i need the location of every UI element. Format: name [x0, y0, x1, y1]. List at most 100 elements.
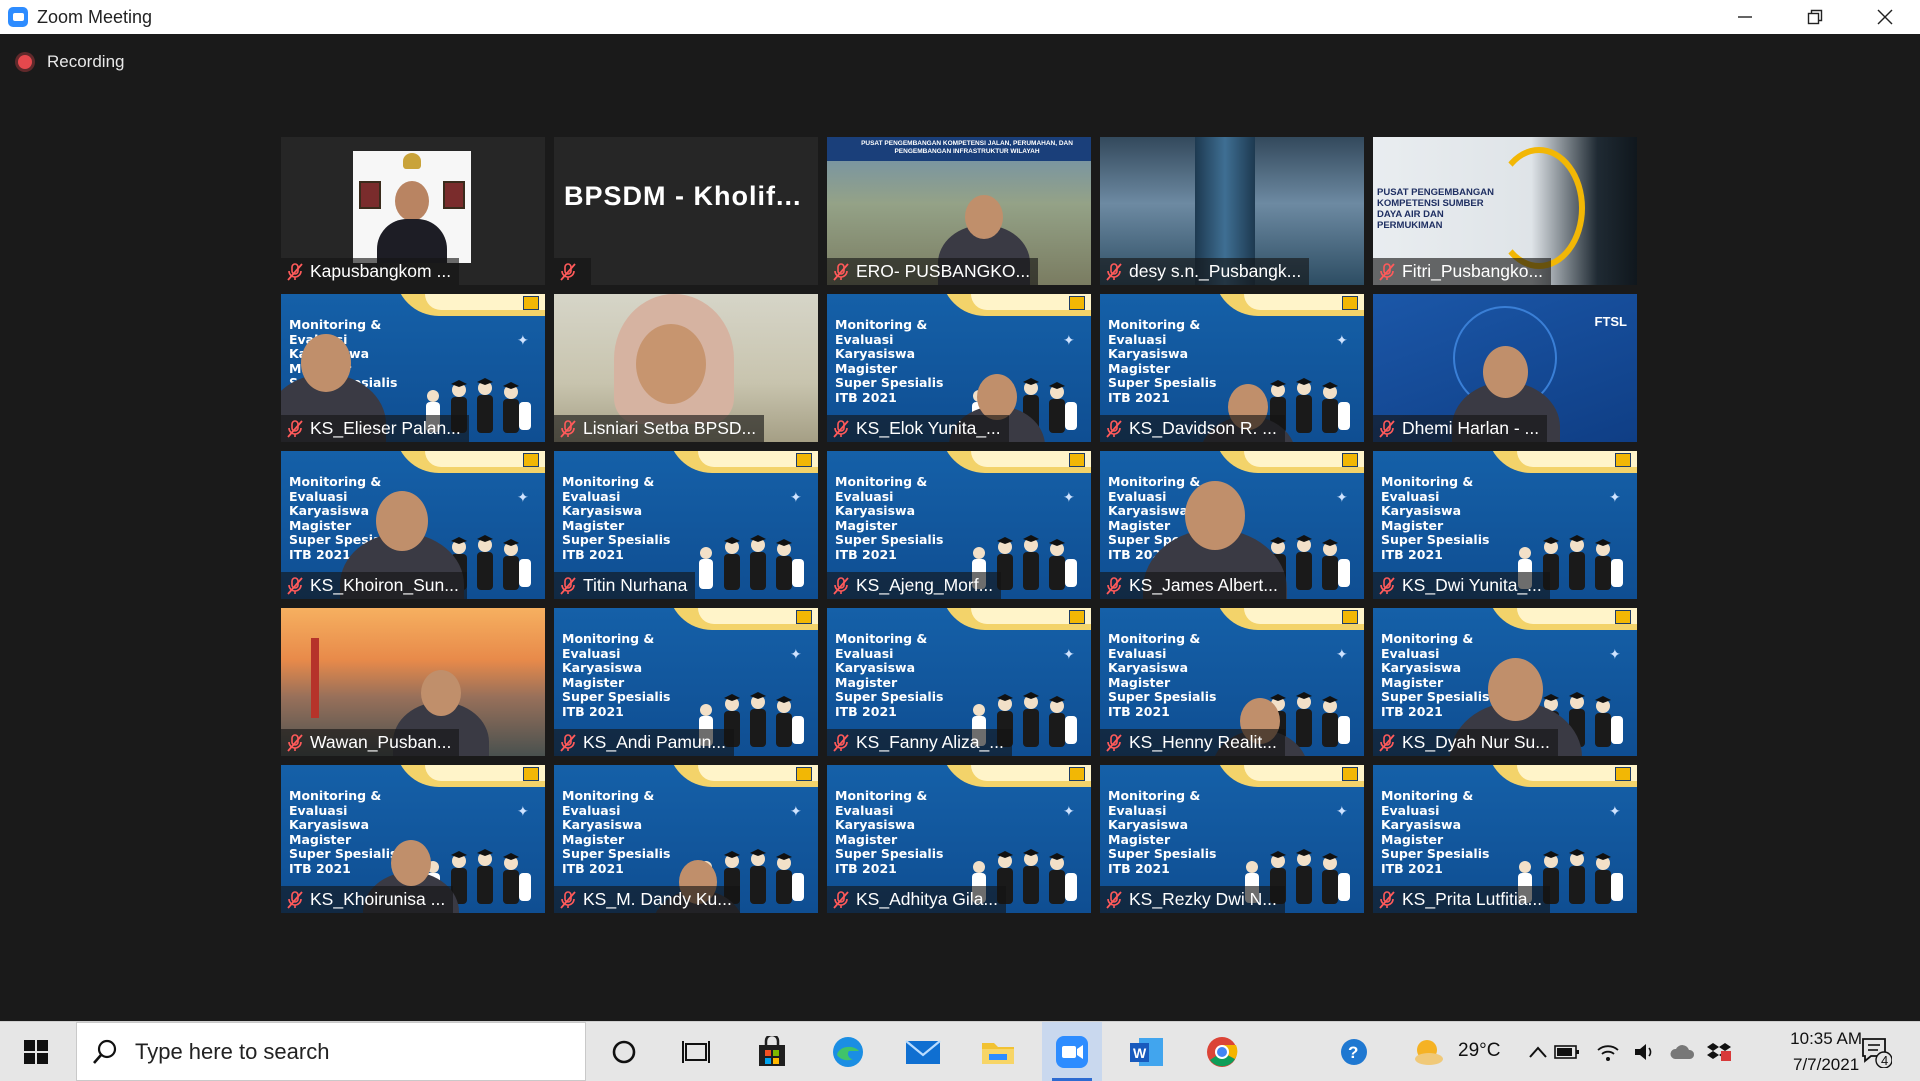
banner-line: Monitoring & — [562, 474, 655, 489]
banner-line: Monitoring & — [1381, 788, 1474, 803]
participant-tile[interactable]: ✦Monitoring &EvaluasiKaryasiswaMagisterS… — [827, 765, 1091, 913]
banner-line: Karyasiswa — [1381, 817, 1462, 832]
banner-line: Evaluasi — [1381, 802, 1440, 818]
pupr-logo-icon — [1615, 453, 1631, 467]
participant-name: KS_Fanny Aliza_... — [856, 732, 1004, 752]
participant-tile[interactable]: BPSDM - Kholif... — [554, 137, 818, 285]
participant-tile[interactable]: PUSAT PENGEMBANGAN KOMPETENSI JALAN, PER… — [827, 137, 1091, 285]
banner-line: ITB 2021 — [835, 860, 897, 876]
participant-face — [376, 491, 428, 551]
participant-name: KS_Davidson R. ... — [1129, 418, 1277, 438]
sparkle-icon: ✦ — [517, 489, 529, 505]
mic-status — [1379, 890, 1395, 909]
file-explorer-button[interactable] — [968, 1022, 1028, 1081]
mic-muted-icon — [560, 890, 576, 909]
participant-tile[interactable]: ✦Monitoring &EvaluasiKaryasiswaMagisterS… — [281, 765, 545, 913]
participant-tile[interactable]: Wawan_Pusban... — [281, 608, 545, 756]
participant-tile[interactable]: ✦Monitoring &EvaluasiKaryasiswaMagisterS… — [1100, 451, 1364, 599]
participant-face — [977, 374, 1017, 420]
banner-line: Magister — [289, 831, 352, 847]
participant-name-label: Lisniari Setba BPSD... — [554, 415, 765, 442]
wifi-indicator[interactable] — [1588, 1022, 1628, 1081]
participant-name: KS_M. Dandy Ku... — [583, 889, 732, 909]
task-view-button[interactable] — [666, 1022, 726, 1081]
participant-tile[interactable]: ✦Monitoring &EvaluasiKaryasiswaMagisterS… — [1100, 765, 1364, 913]
banner-line: Evaluasi — [1108, 645, 1167, 661]
participant-tile[interactable]: ✦Monitoring &EvaluasiKaryasiswaMagisterS… — [281, 294, 545, 442]
participant-tile[interactable]: Kapusbangkom ... — [281, 137, 545, 285]
recording-indicator[interactable]: Recording — [18, 52, 125, 72]
cortana-button[interactable] — [594, 1022, 654, 1081]
store-app-button[interactable] — [742, 1022, 802, 1081]
banner-text: Monitoring &EvaluasiKaryasiswaMagisterSu… — [1381, 788, 1489, 876]
participant-tile[interactable]: desy s.n._Pusbangk... — [1100, 137, 1364, 285]
search-icon — [93, 1039, 117, 1064]
participant-name: KS_Dyah Nur Su... — [1402, 732, 1550, 752]
mic-status — [833, 733, 849, 752]
banner-line: Monitoring & — [1108, 317, 1201, 332]
close-button[interactable] — [1850, 0, 1920, 34]
battery-indicator[interactable] — [1545, 1022, 1589, 1081]
participant-name-label — [554, 258, 591, 285]
recording-label: Recording — [47, 52, 125, 71]
participant-tile[interactable]: ✦Monitoring &EvaluasiKaryasiswaMagisterS… — [1373, 608, 1637, 756]
edge-app-button[interactable] — [818, 1022, 878, 1081]
pupr-logo-icon — [1342, 767, 1358, 781]
taskbar-search[interactable] — [76, 1022, 586, 1081]
mic-status — [1106, 576, 1122, 595]
banner-line: Evaluasi — [1381, 488, 1440, 504]
restore-button[interactable] — [1780, 0, 1850, 34]
start-button[interactable] — [6, 1022, 66, 1081]
mail-app-button[interactable] — [893, 1022, 953, 1081]
onedrive-indicator[interactable] — [1663, 1022, 1703, 1081]
banner-text: Monitoring &EvaluasiKaryasiswaMagisterSu… — [1108, 317, 1216, 405]
participant-tile[interactable]: ✦Monitoring &EvaluasiKaryasiswaMagisterS… — [827, 451, 1091, 599]
mic-muted-icon — [560, 733, 576, 752]
participant-face — [1483, 346, 1528, 398]
participant-tile[interactable]: ✦Monitoring &EvaluasiKaryasiswaMagisterS… — [1373, 451, 1637, 599]
graduates-illustration — [699, 535, 804, 590]
mic-muted-icon — [833, 890, 849, 909]
zoom-app-button[interactable] — [1042, 1022, 1102, 1081]
mic-status — [833, 419, 849, 438]
participant-tile[interactable]: ✦Monitoring &EvaluasiKaryasiswaMagisterS… — [1100, 294, 1364, 442]
weather-widget[interactable] — [1398, 1022, 1458, 1081]
help-button[interactable]: ? — [1324, 1022, 1384, 1081]
mic-status — [287, 419, 303, 438]
banner-line: Monitoring & — [1108, 631, 1201, 646]
video-banner-text: PUSAT PENGEMBANGAN KOMPETENSI JALAN, PER… — [861, 140, 1073, 155]
windows-taskbar: W ? 29°C — [0, 1021, 1920, 1081]
participant-tile[interactable]: Lisniari Setba BPSD... — [554, 294, 818, 442]
search-input[interactable] — [133, 1037, 557, 1066]
participant-name-label: Kapusbangkom ... — [281, 258, 460, 285]
participant-tile[interactable]: ✦Monitoring &EvaluasiKaryasiswaMagisterS… — [554, 765, 818, 913]
help-icon: ? — [1341, 1038, 1367, 1065]
banner-text: Monitoring &EvaluasiKaryasiswaMagisterSu… — [562, 631, 670, 719]
action-center-button[interactable]: 4 — [1848, 1022, 1904, 1081]
participant-tile[interactable]: ✦Monitoring &EvaluasiKaryasiswaMagisterS… — [827, 608, 1091, 756]
participant-tile[interactable]: ✦Monitoring &EvaluasiKaryasiswaMagisterS… — [554, 608, 818, 756]
participant-tile[interactable]: PUSAT PENGEMBANGAN KOMPETENSI SUMBER DAY… — [1373, 137, 1637, 285]
pupr-logo-icon — [1069, 767, 1085, 781]
banner-line: Magister — [1381, 831, 1444, 847]
participant-name-label: KS_Rezky Dwi N... — [1100, 886, 1285, 913]
chrome-app-button[interactable] — [1192, 1022, 1252, 1081]
banner-text: Monitoring &EvaluasiKaryasiswaMagisterSu… — [1381, 631, 1489, 719]
volume-control[interactable] — [1625, 1022, 1665, 1081]
mic-status — [287, 576, 303, 595]
title-bar: Zoom Meeting — [0, 0, 1920, 34]
participant-tile[interactable]: ✦Monitoring &EvaluasiKaryasiswaMagisterS… — [1373, 765, 1637, 913]
dropbox-indicator[interactable] — [1700, 1022, 1740, 1081]
participant-tile[interactable]: ✦Monitoring &EvaluasiKaryasiswaMagisterS… — [827, 294, 1091, 442]
participant-tile[interactable]: ✦Monitoring &EvaluasiKaryasiswaMagisterS… — [1100, 608, 1364, 756]
participant-tile[interactable]: ✦Monitoring &EvaluasiKaryasiswaMagisterS… — [281, 451, 545, 599]
word-app-button[interactable]: W — [1117, 1022, 1177, 1081]
banner-line: Super Spesialis — [835, 689, 944, 704]
sparkle-icon: ✦ — [1336, 803, 1348, 819]
minimize-button[interactable] — [1710, 0, 1780, 34]
participant-tile[interactable]: ✦Monitoring &EvaluasiKaryasiswaMagisterS… — [554, 451, 818, 599]
banner-line: Magister — [1381, 674, 1444, 690]
participant-tile[interactable]: FTSL Dhemi Harlan - ... — [1373, 294, 1637, 442]
banner-line: Monitoring & — [562, 788, 655, 803]
mic-muted-icon — [1379, 576, 1395, 595]
